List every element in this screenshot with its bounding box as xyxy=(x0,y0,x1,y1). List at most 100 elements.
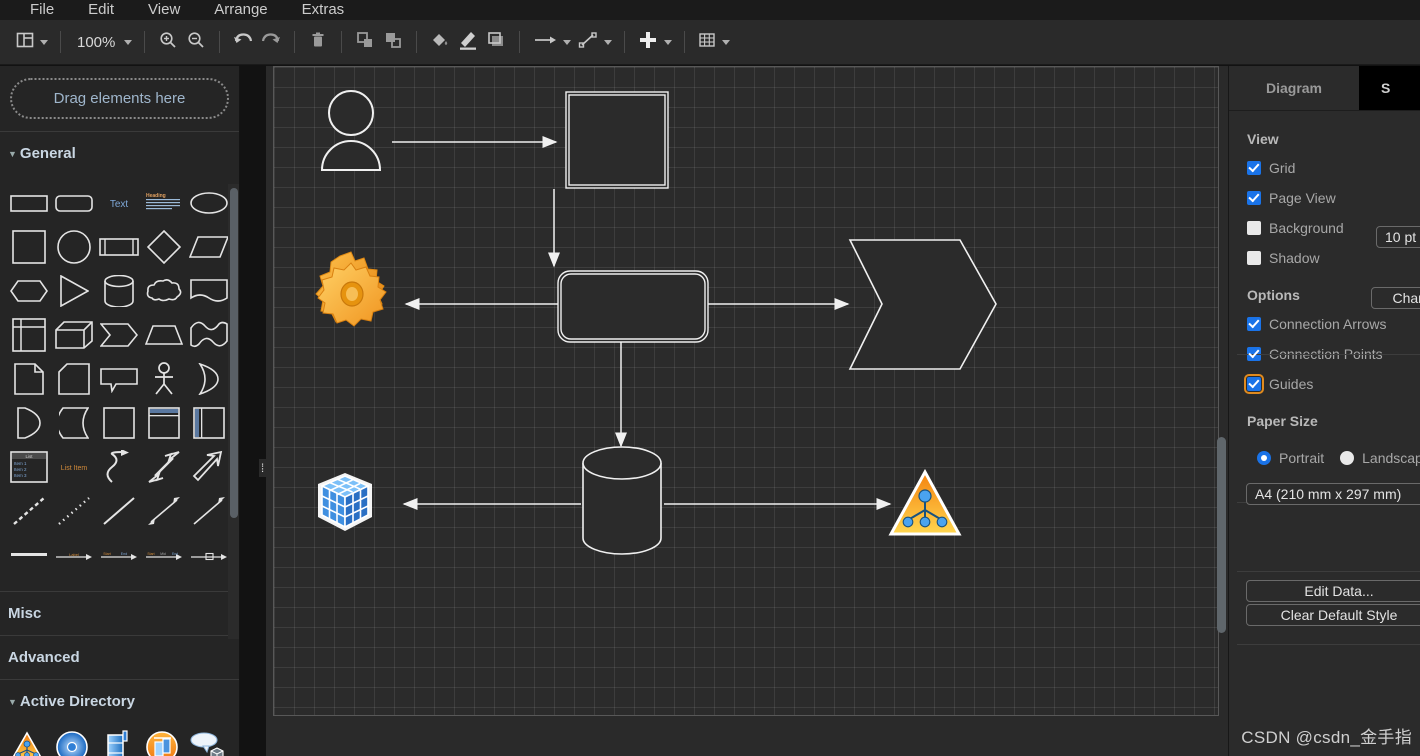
menu-item-edit[interactable]: Edit xyxy=(88,0,114,20)
ad-shape-comment-object[interactable] xyxy=(184,727,229,756)
shape-or[interactable] xyxy=(186,357,231,401)
shape-bidirectional-arrow[interactable] xyxy=(141,445,186,489)
actor-shape[interactable] xyxy=(320,90,382,171)
shape-internal-storage[interactable] xyxy=(6,313,51,357)
shape-link[interactable] xyxy=(6,533,51,577)
rounded-rectangle-shape[interactable] xyxy=(557,270,709,343)
shape-line[interactable] xyxy=(96,489,141,533)
shape-parallelogram[interactable] xyxy=(186,225,231,269)
insert-button[interactable] xyxy=(634,27,675,57)
shape-block-arrow[interactable] xyxy=(186,445,231,489)
guides-checkbox[interactable] xyxy=(1244,374,1264,394)
menu-item-extras[interactable]: Extras xyxy=(302,0,345,20)
edit-data-button[interactable]: Edit Data... xyxy=(1246,580,1420,602)
view-layout-button[interactable] xyxy=(12,27,51,57)
shadow-button[interactable] xyxy=(482,27,510,57)
shape-cloud[interactable] xyxy=(141,269,186,313)
shape-data-storage[interactable] xyxy=(51,401,96,445)
shape-circle[interactable] xyxy=(51,225,96,269)
delete-button[interactable] xyxy=(304,27,332,57)
shape-directional-line[interactable] xyxy=(186,489,231,533)
shape-bidirectional-line[interactable] xyxy=(141,489,186,533)
tab-diagram[interactable]: Diagram xyxy=(1229,66,1359,110)
ad-shape-server-circle[interactable] xyxy=(139,727,184,756)
sidebar-collapse-handle[interactable]: ⁞ xyxy=(259,459,266,477)
connection-style-button[interactable] xyxy=(529,27,574,57)
shape-actor[interactable] xyxy=(141,357,186,401)
shape-square[interactable] xyxy=(6,225,51,269)
shape-callout[interactable] xyxy=(96,357,141,401)
shape-rectangle[interactable] xyxy=(6,181,51,225)
grid-checkbox[interactable] xyxy=(1247,161,1261,175)
rectangle-shape[interactable] xyxy=(565,91,669,189)
to-back-button[interactable] xyxy=(379,27,407,57)
menu-item-arrange[interactable]: Arrange xyxy=(214,0,267,20)
shape-diamond[interactable] xyxy=(141,225,186,269)
zoom-out-button[interactable] xyxy=(182,27,210,57)
menu-item-view[interactable]: View xyxy=(148,0,180,20)
shape-vertical-container[interactable] xyxy=(186,401,231,445)
diagram-canvas[interactable] xyxy=(266,66,1228,756)
shape-hexagon[interactable] xyxy=(6,269,51,313)
canvas-scrollbar-track[interactable] xyxy=(1216,66,1228,756)
shape-arrow-three-labels[interactable]: Start Mid End xyxy=(141,533,186,577)
shape-container[interactable] xyxy=(96,401,141,445)
sidebar-section-active-directory[interactable]: ▼ Active Directory xyxy=(0,679,239,723)
canvas-scrollbar-thumb[interactable] xyxy=(1217,437,1226,633)
ad-site-triangle-icon-shape[interactable] xyxy=(888,468,962,536)
blue-cube-icon-shape[interactable] xyxy=(318,473,372,531)
chevron-arrow-shape[interactable] xyxy=(848,239,997,370)
to-front-button[interactable] xyxy=(351,27,379,57)
shape-triangle[interactable] xyxy=(51,269,96,313)
shape-text[interactable]: Text xyxy=(96,181,141,225)
shape-process[interactable] xyxy=(96,225,141,269)
line-color-button[interactable] xyxy=(454,27,482,57)
shape-curved-arrow[interactable] xyxy=(96,445,141,489)
shape-trapezoid[interactable] xyxy=(141,313,186,357)
zoom-level-button[interactable]: 100% xyxy=(70,27,135,57)
shape-dotted-line[interactable] xyxy=(51,489,96,533)
sidebar-section-misc[interactable]: Misc xyxy=(0,591,239,635)
background-change-button[interactable]: Change xyxy=(1371,287,1420,309)
shape-tape[interactable] xyxy=(186,313,231,357)
shape-arrow-with-box[interactable] xyxy=(186,533,231,577)
shape-and[interactable] xyxy=(6,401,51,445)
sidebar-section-advanced[interactable]: Advanced xyxy=(0,635,239,679)
zoom-in-button[interactable] xyxy=(154,27,182,57)
undo-button[interactable] xyxy=(229,27,257,57)
page-view-checkbox[interactable] xyxy=(1247,191,1261,205)
shape-cube[interactable] xyxy=(51,313,96,357)
paper-size-select[interactable]: A4 (210 mm x 297 mm) xyxy=(1246,483,1420,505)
sidebar-scrollbar-thumb[interactable] xyxy=(230,188,238,518)
connection-arrows-checkbox[interactable] xyxy=(1247,317,1261,331)
shape-textbox-paragraph[interactable]: Heading xyxy=(141,181,186,225)
shadow-checkbox[interactable] xyxy=(1247,251,1261,265)
shape-list-item[interactable]: List Item xyxy=(51,445,96,489)
sidebar-section-general[interactable]: ▼ General xyxy=(0,131,239,175)
drag-elements-dropzone[interactable]: Drag elements here xyxy=(10,78,229,119)
shape-list[interactable]: List Item 1 Item 2 Item 3 xyxy=(6,445,51,489)
shape-rounded-rectangle[interactable] xyxy=(51,181,96,225)
landscape-radio[interactable] xyxy=(1340,451,1355,465)
gear-icon-shape[interactable] xyxy=(315,251,387,327)
clear-default-style-button[interactable]: Clear Default Style xyxy=(1246,604,1420,626)
portrait-radio[interactable] xyxy=(1257,451,1271,465)
cylinder-shape[interactable] xyxy=(582,446,662,555)
ad-shape-device[interactable] xyxy=(94,727,139,756)
waypoints-button[interactable] xyxy=(574,27,615,57)
shape-note[interactable] xyxy=(6,357,51,401)
menu-item-file[interactable]: File xyxy=(30,0,54,20)
shape-cylinder[interactable] xyxy=(96,269,141,313)
shape-horizontal-container[interactable] xyxy=(141,401,186,445)
shape-arrow-with-label[interactable]: Label xyxy=(51,533,96,577)
redo-button[interactable] xyxy=(257,27,285,57)
shape-card[interactable] xyxy=(51,357,96,401)
background-checkbox[interactable] xyxy=(1247,221,1261,235)
tab-style[interactable]: S xyxy=(1359,66,1420,110)
shape-ellipse[interactable] xyxy=(186,181,231,225)
shape-step[interactable] xyxy=(96,313,141,357)
grid-size-input[interactable]: 10 pt xyxy=(1376,226,1420,248)
shape-document[interactable] xyxy=(186,269,231,313)
shape-arrow-two-labels[interactable]: Start End xyxy=(96,533,141,577)
ad-shape-disc[interactable] xyxy=(49,727,94,756)
